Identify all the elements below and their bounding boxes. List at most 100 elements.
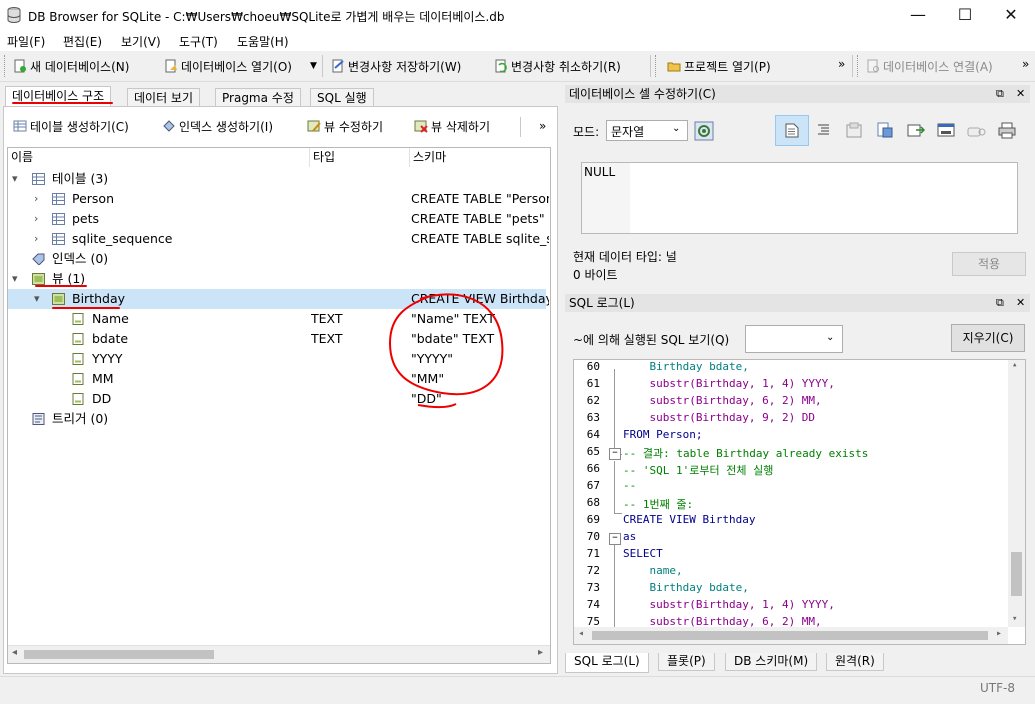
write-changes-button[interactable]: 변경사항 저장하기(W) — [331, 57, 461, 75]
set-null-icon[interactable] — [907, 122, 925, 139]
tab-db-schema[interactable]: DB 스키마(M) — [725, 653, 818, 671]
revert-changes-button[interactable]: 변경사항 취소하기(R) — [494, 57, 621, 75]
column-header-type[interactable]: 타입 — [310, 148, 410, 167]
toolbar-more-icon[interactable]: » — [539, 119, 546, 133]
field-icon — [72, 393, 84, 405]
tree-row-indices[interactable]: 인덱스 (0) — [8, 249, 546, 269]
open-database-button[interactable]: 데이터베이스 열기(O) — [164, 57, 292, 75]
menu-file[interactable]: 파일(F) — [7, 33, 45, 50]
line-number: 68 — [586, 496, 600, 509]
tab-label: SQL 로그(L) — [574, 654, 640, 668]
tab-sql-log[interactable]: SQL 로그(L) — [565, 653, 649, 673]
save-to-file-icon[interactable] — [967, 122, 987, 139]
field-name: Name — [92, 311, 129, 326]
close-button[interactable]: ✕ — [988, 0, 1034, 30]
column-header-name[interactable]: 이름 — [8, 148, 310, 167]
code-text: substr(Birthday, 9, 2) DD — [623, 411, 816, 424]
print-icon[interactable] — [998, 122, 1016, 139]
sql-log-editor[interactable]: − − 60 Birthday bdate, 61 substr(Birthda… — [573, 359, 1026, 645]
chevron-right-icon[interactable]: › — [34, 189, 38, 209]
minimize-button[interactable]: — — [895, 0, 941, 30]
create-table-button[interactable]: 테이블 생성하기(C) — [13, 117, 129, 135]
apply-button[interactable]: 적용 — [952, 252, 1026, 276]
chevron-right-icon[interactable]: › — [34, 209, 38, 229]
code-line: -- 1번째 줄: — [623, 496, 693, 512]
scroll-down-icon[interactable]: ▾ — [1012, 614, 1017, 624]
toolbar-grip[interactable] — [4, 55, 8, 77]
vertical-scrollbar[interactable]: ▴ ▾ — [1008, 360, 1025, 627]
mode-select[interactable]: 문자열 ⌄ — [606, 120, 688, 141]
red-underline-annotation — [52, 307, 120, 309]
main-toolbar: 새 데이터베이스(N) 데이터베이스 열기(O) ▼ 변경사항 저장하기(W) … — [0, 51, 1035, 82]
delete-view-button[interactable]: 뷰 삭제하기 — [414, 117, 490, 135]
sql-log-dock-title: SQL 로그(L) — [569, 296, 635, 310]
scrollbar-thumb[interactable] — [1011, 552, 1022, 596]
scroll-right-icon[interactable]: ▸ — [538, 647, 543, 658]
create-index-button[interactable]: 인덱스 생성하기(I) — [162, 117, 273, 135]
tab-database-structure[interactable]: 데이터베이스 구조 — [5, 86, 112, 108]
scroll-left-icon[interactable]: ◂ — [12, 647, 17, 658]
line-number: 66 — [586, 462, 600, 475]
attach-database-button[interactable]: 데이터베이스 연결(A) — [866, 57, 993, 75]
open-project-button[interactable]: 프로젝트 열기(P) — [667, 57, 771, 75]
dock-close-icon[interactable]: ✕ — [1016, 294, 1025, 312]
tab-remote[interactable]: 원격(R) — [826, 653, 884, 671]
menu-view[interactable]: 보기(V) — [121, 33, 161, 50]
tab-browse-data[interactable]: 데이터 보기 — [127, 88, 201, 107]
toolbar-grip[interactable] — [857, 55, 861, 77]
create-table-icon — [13, 120, 27, 132]
indent-icon[interactable] — [815, 123, 831, 137]
scroll-up-icon[interactable]: ▴ — [1012, 360, 1017, 370]
chevron-down-icon[interactable]: ▾ — [12, 169, 18, 189]
new-database-button[interactable]: 새 데이터베이스(N) — [13, 57, 129, 75]
submitted-by-select[interactable]: ⌄ — [745, 325, 843, 353]
toolbar-grip[interactable] — [655, 55, 659, 77]
cell-value-editor[interactable]: NULL — [581, 162, 1018, 234]
menu-help[interactable]: 도움말(H) — [237, 33, 289, 50]
tree-row-triggers[interactable]: 트리거 (0) — [8, 409, 546, 429]
tab-execute-sql[interactable]: SQL 실행 — [310, 88, 374, 107]
submitted-by-label: ~에 의해 실행된 SQL 보기(Q) — [573, 333, 730, 347]
chevron-down-icon[interactable]: ▾ — [12, 269, 18, 289]
modify-view-button[interactable]: 뷰 수정하기 — [307, 117, 383, 135]
table-icon — [52, 233, 65, 245]
undock-icon[interactable]: ⧉ — [996, 85, 1004, 103]
table-row[interactable]: › pets CREATE TABLE "pets" ( — [8, 209, 549, 229]
toolbar-more-icon[interactable]: » — [838, 57, 845, 71]
open-database-dropdown-icon[interactable]: ▼ — [310, 61, 317, 71]
chevron-right-icon[interactable]: › — [34, 229, 38, 249]
export-icon[interactable] — [876, 122, 894, 139]
table-row[interactable]: › sqlite_sequence CREATE TABLE sqlite_se… — [8, 229, 549, 249]
horizontal-scrollbar[interactable]: ◂ ▸ — [8, 645, 550, 663]
code-text: FROM Person; — [623, 428, 703, 441]
scroll-left-icon[interactable]: ◂ — [578, 628, 584, 639]
menu-edit[interactable]: 편집(E) — [63, 33, 102, 50]
scrollbar-thumb[interactable] — [24, 650, 214, 659]
table-row[interactable]: › Person CREATE TABLE "Person" ( — [8, 189, 549, 209]
scroll-right-icon[interactable]: ▸ — [996, 628, 1002, 639]
tab-edit-pragmas[interactable]: Pragma 수정 — [215, 88, 301, 107]
fold-collapse-icon[interactable]: − — [609, 533, 621, 545]
tab-plot[interactable]: 플롯(P) — [658, 653, 715, 671]
code-text: -- 1번째 줄: — [623, 498, 694, 511]
word-wrap-toggle[interactable] — [775, 115, 809, 146]
toolbar-more-icon[interactable]: » — [1022, 57, 1029, 71]
dock-close-icon[interactable]: ✕ — [1016, 85, 1025, 103]
revert-changes-label: 변경사항 취소하기(R) — [511, 59, 621, 74]
menu-bar: 파일(F) 편집(E) 보기(V) 도구(T) 도움말(H) — [0, 30, 1035, 51]
tree-row-tables[interactable]: ▾ 테이블 (3) — [8, 169, 546, 189]
undock-icon[interactable]: ⧉ — [996, 294, 1004, 312]
red-underline-annotation — [12, 102, 113, 104]
clear-log-button[interactable]: 지우기(C) — [951, 324, 1025, 352]
menu-tools[interactable]: 도구(T) — [179, 33, 218, 50]
horizontal-scrollbar[interactable]: ◂ ▸ — [574, 627, 1008, 644]
column-header-schema[interactable]: 스키마 — [410, 148, 550, 167]
tree-row-views[interactable]: ▾ 뷰 (1) — [8, 269, 546, 289]
open-in-app-icon[interactable] — [937, 122, 955, 139]
import-icon[interactable] — [845, 122, 863, 139]
auto-switch-mode-icon[interactable] — [694, 121, 714, 141]
maximize-button[interactable]: ☐ — [942, 0, 988, 30]
scrollbar-thumb[interactable] — [592, 631, 988, 640]
fold-collapse-icon[interactable]: − — [609, 448, 621, 460]
chevron-down-icon[interactable]: ▾ — [34, 289, 40, 309]
